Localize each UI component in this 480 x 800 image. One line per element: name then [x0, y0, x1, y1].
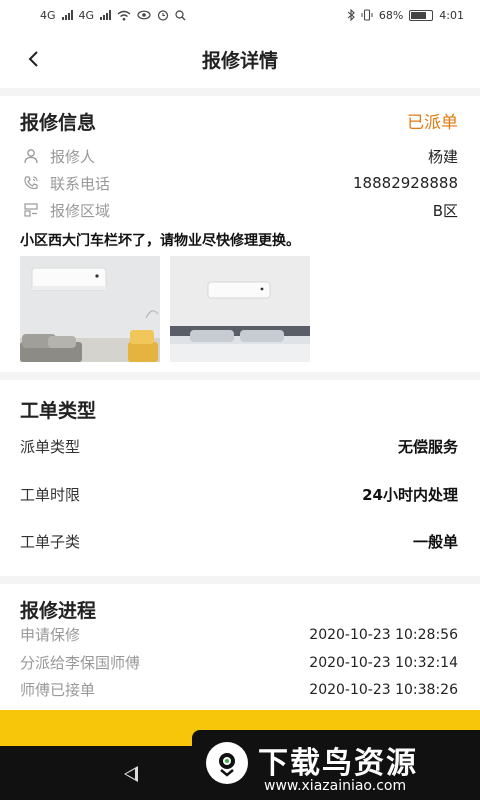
repair-description: 小区西大门车栏坏了，请物业尽快修理更换。 [20, 233, 300, 249]
progress-row: 分派给李保国师傅 2020-10-23 10:32:14 [20, 652, 458, 673]
repair-info-title: 报修信息 [20, 112, 97, 134]
time-limit-value: 24小时内处理 [362, 486, 458, 504]
progress-card: 报修进程 申请保修 2020-10-23 10:28:56 分派给李保国师傅 2… [0, 584, 480, 710]
watermark: 下载鸟资源 www.xiazainiao.com [192, 730, 480, 800]
watermark-logo-icon [206, 742, 248, 784]
repair-info-card: 报修信息 已派单 报修人 杨建 联系电话 18882928888 报修区域 B区… [0, 96, 480, 372]
status-bar: 4G 4G 68% 4:01 [0, 0, 480, 30]
vibrate-icon [361, 9, 373, 21]
dispatch-type-label: 派单类型 [20, 438, 81, 456]
progress-step-label: 申请保修 [20, 626, 81, 644]
progress-step-time: 2020-10-23 10:38:26 [309, 681, 458, 698]
reporter-value: 杨建 [427, 147, 458, 166]
person-icon [20, 147, 42, 165]
network-label-1: 4G [40, 8, 56, 22]
bluetooth-icon [347, 9, 355, 21]
phone-label: 联系电话 [50, 174, 111, 193]
subtype-value: 一般单 [412, 533, 458, 551]
wifi-icon [117, 10, 131, 20]
battery-percent: 68% [378, 8, 404, 22]
status-left: 4G 4G [40, 9, 186, 22]
subtype-label: 工单子类 [20, 533, 81, 551]
network-label-2: 4G [78, 8, 95, 22]
progress-step-time: 2020-10-23 10:32:14 [309, 654, 458, 671]
dispatch-type-value: 无偿服务 [397, 438, 458, 456]
info-row-phone: 联系电话 18882928888 [20, 171, 458, 195]
search-icon [175, 9, 186, 20]
area-icon [20, 201, 42, 219]
page-title: 报修详情 [201, 50, 278, 72]
status-badge: 已派单 [407, 113, 458, 133]
work-order-row-time-limit: 工单时限 24小时内处理 [20, 484, 458, 505]
signal-icon-2 [100, 10, 112, 20]
eye-icon [137, 10, 151, 20]
phone-value[interactable]: 18882928888 [353, 174, 458, 192]
progress-title: 报修进程 [20, 600, 97, 622]
progress-step-label: 师傅已接单 [20, 681, 96, 699]
work-order-card: 工单类型 派单类型 无偿服务 工单时限 24小时内处理 工单子类 一般单 [0, 380, 480, 576]
signal-icon [61, 10, 73, 20]
work-order-row-subtype: 工单子类 一般单 [20, 531, 458, 552]
phone-icon [20, 174, 42, 192]
area-value: B区 [432, 201, 458, 220]
repair-photo-2[interactable] [170, 256, 310, 362]
progress-row: 师傅已接单 2020-10-23 10:38:26 [20, 679, 458, 700]
repair-photo-1[interactable] [20, 256, 160, 362]
status-right: 68% 4:01 [347, 9, 464, 22]
work-order-row-dispatch-type: 派单类型 无偿服务 [20, 436, 458, 457]
time-limit-label: 工单时限 [20, 486, 81, 504]
nav-bar: 报修详情 [0, 30, 480, 88]
reporter-label: 报修人 [50, 147, 96, 166]
work-order-title: 工单类型 [20, 400, 97, 422]
battery-icon [409, 9, 434, 21]
watermark-title: 下载鸟资源 [258, 746, 418, 781]
progress-step-time: 2020-10-23 10:28:56 [309, 626, 458, 643]
progress-step-label: 分派给李保国师傅 [20, 654, 141, 672]
progress-row: 申请保修 2020-10-23 10:28:56 [20, 624, 458, 645]
clock-time: 4:01 [439, 8, 464, 22]
area-label: 报修区域 [50, 201, 111, 220]
info-row-reporter: 报修人 杨建 [20, 144, 458, 168]
watermark-url: www.xiazainiao.com [264, 778, 407, 794]
system-back-icon[interactable] [124, 766, 138, 782]
alarm-icon [157, 10, 169, 21]
info-row-area: 报修区域 B区 [20, 198, 458, 222]
